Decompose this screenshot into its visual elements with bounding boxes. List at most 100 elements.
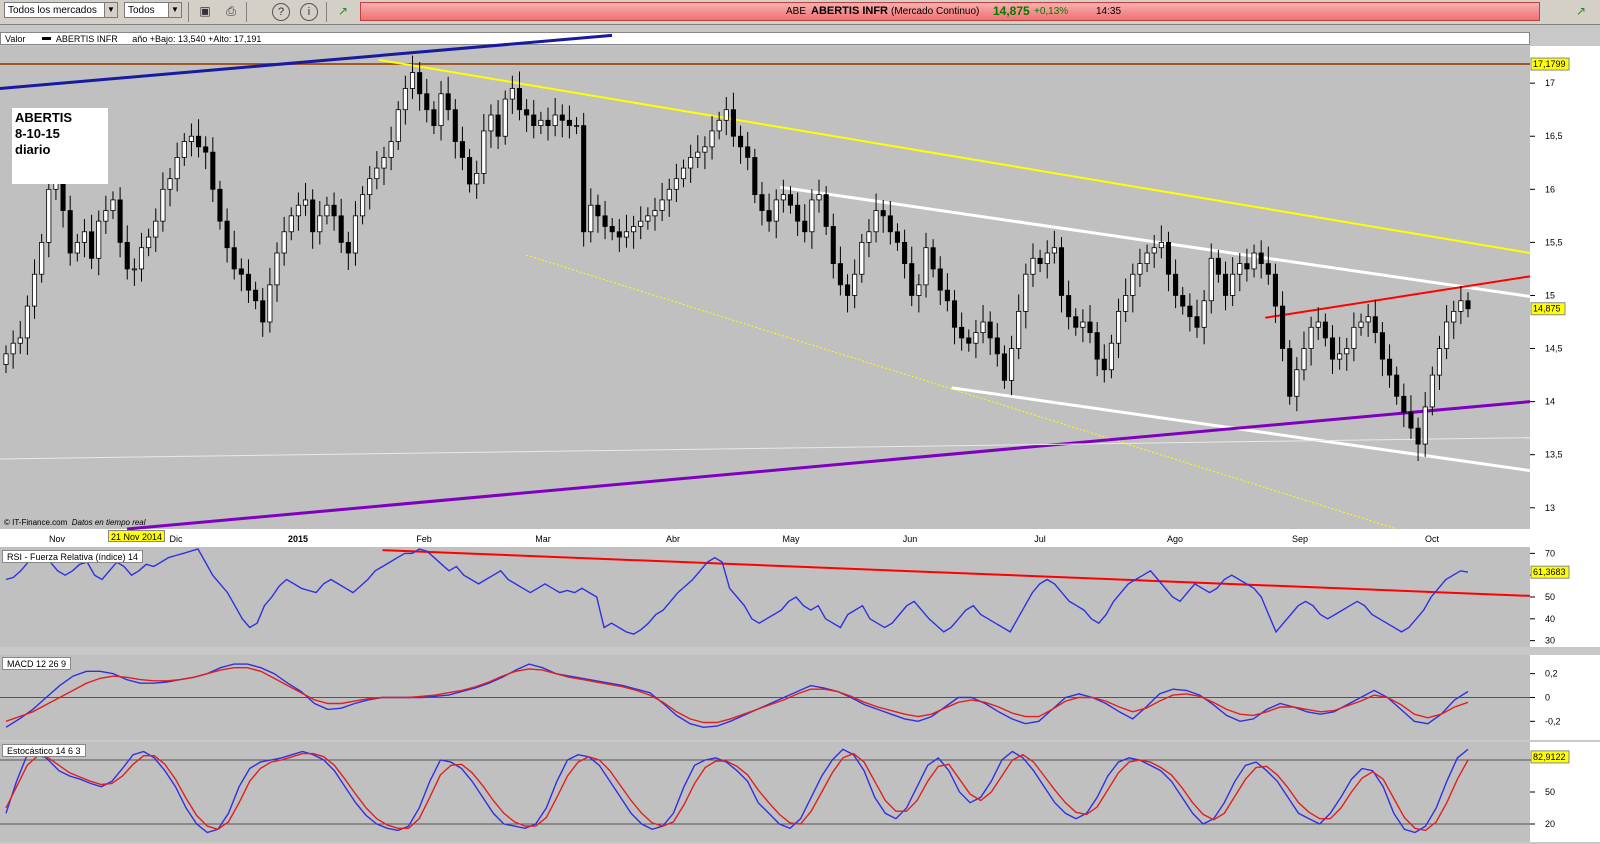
candle-body (367, 178, 373, 196)
indicator-value-label: 82,9122 (1533, 752, 1566, 762)
candle-body (1451, 310, 1457, 323)
price-tick-label: 15 (1545, 290, 1555, 300)
price-plot-area (0, 46, 1530, 529)
candle-body (317, 215, 323, 233)
candle-body (688, 157, 694, 169)
candle-body (1009, 348, 1015, 381)
candle-body (709, 130, 715, 148)
candle-body (424, 93, 430, 111)
candle-body (402, 88, 408, 111)
candle-body (1258, 252, 1264, 265)
candle-body (581, 125, 587, 233)
candle-body (1137, 263, 1143, 275)
candle-body (203, 146, 209, 153)
candle-body (1001, 353, 1007, 381)
candle-body (930, 247, 936, 270)
candle-body (666, 188, 672, 201)
date-tick-label: Oct (1425, 534, 1440, 544)
candle-body (502, 98, 508, 137)
candle-body (1429, 374, 1435, 408)
candle-body (474, 172, 480, 185)
candle-body (1208, 257, 1214, 302)
candle-body (1073, 316, 1079, 328)
price-tick-label: 13,5 (1545, 450, 1563, 460)
candle-body (1372, 316, 1378, 334)
candle-body (1101, 358, 1107, 371)
candle-body (859, 241, 865, 275)
candle-body (609, 226, 615, 233)
candle-body (1165, 241, 1172, 275)
candle-body (1337, 353, 1343, 360)
candle-body (89, 231, 95, 259)
candle-body (816, 194, 822, 201)
candle-body (638, 220, 644, 227)
candle-body (1058, 247, 1065, 296)
date-tick-label: May (782, 534, 800, 544)
candle-body (951, 300, 958, 328)
candle-body (602, 215, 608, 227)
candle-body (10, 342, 16, 355)
candle-body (1315, 321, 1321, 328)
candle-body (531, 114, 537, 127)
date-tick-label: Dic (170, 534, 183, 544)
charts-canvas: 13 13,5 14 14,5 15 15,5 16 16,5 17 17,1799 14,875 N… (0, 33, 1600, 842)
candle-body (959, 326, 965, 339)
indicator-value-label: 61,3683 (1533, 567, 1566, 577)
candle-body (1265, 263, 1271, 275)
price-tick-label: 16 (1545, 184, 1555, 194)
note-line: diario (15, 142, 51, 157)
candle-body (1151, 247, 1157, 254)
candle-body (1051, 247, 1057, 254)
candle-body (559, 114, 565, 121)
candle-body (880, 210, 886, 217)
candle-body (759, 194, 765, 211)
candle-body (987, 321, 993, 339)
candle-body (1308, 326, 1314, 349)
tick-label: 20 (1545, 819, 1555, 829)
candle-body (852, 273, 858, 296)
candle-body (738, 135, 744, 148)
price-tick-label: 13 (1545, 503, 1555, 513)
candle-body (238, 268, 244, 275)
candle-body (730, 109, 736, 137)
candle-body (1280, 305, 1286, 349)
candle-body (680, 167, 687, 180)
candle-body (837, 263, 843, 286)
candle-body (167, 178, 173, 190)
candle-body (1108, 342, 1114, 371)
candle-body (153, 220, 159, 238)
date-tick-label: Jun (903, 534, 918, 544)
candle-body (1379, 332, 1385, 360)
candle-body (1465, 300, 1471, 310)
candle-body (224, 220, 230, 249)
date-tick-label: Sep (1292, 534, 1308, 544)
candle-body (545, 119, 551, 127)
candle-body (1272, 273, 1278, 307)
candle-body (81, 231, 87, 243)
candle-body (331, 204, 337, 217)
candle-body (1158, 241, 1164, 249)
tick-label: 0,2 (1545, 669, 1558, 679)
candle-body (894, 231, 901, 243)
candle-body (438, 93, 444, 127)
candle-body (46, 188, 52, 243)
candle-body (445, 93, 451, 111)
tick-label: 50 (1545, 592, 1555, 602)
candle-body (809, 199, 815, 233)
candle-body (96, 220, 102, 259)
candle-body (631, 226, 637, 233)
candle-body (1365, 316, 1371, 323)
price-tick-label: 15,5 (1545, 237, 1563, 247)
stoch-plot-area (0, 742, 1530, 842)
candle-body (288, 215, 294, 233)
candle-body (645, 215, 651, 222)
candle-body (146, 236, 152, 249)
candle-body (595, 204, 601, 217)
tick-label: 50 (1545, 787, 1555, 797)
candle-body (1080, 321, 1086, 328)
candle-body (887, 215, 893, 233)
candle-body (1222, 273, 1229, 296)
candle-body (524, 109, 530, 116)
candle-body (937, 268, 943, 291)
candle-body (181, 141, 187, 158)
